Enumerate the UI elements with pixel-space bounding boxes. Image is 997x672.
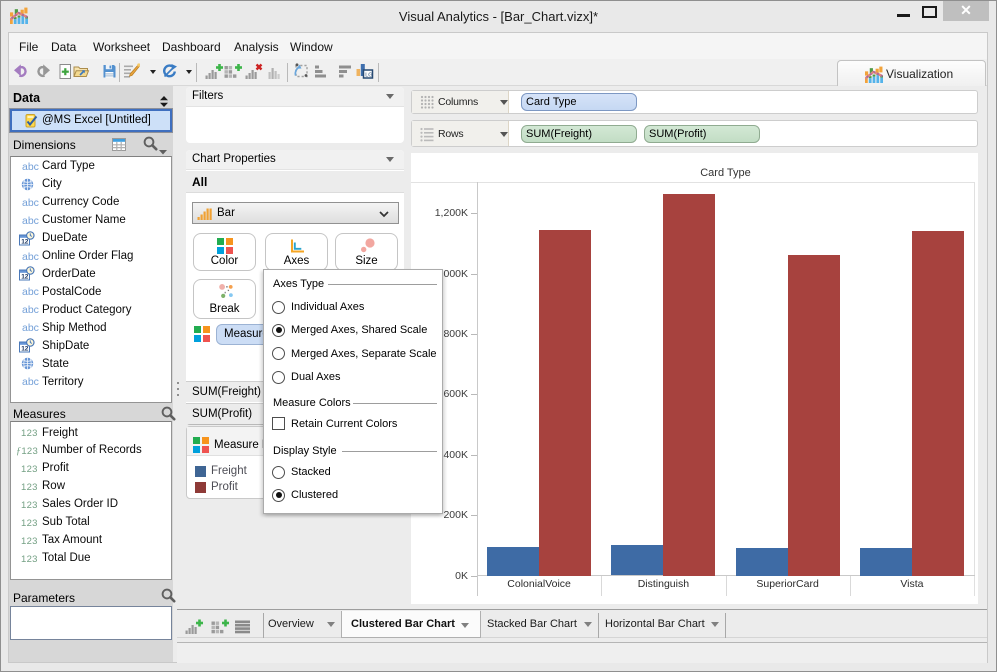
svg-text:12: 12: [21, 346, 29, 353]
svg-text:12: 12: [21, 238, 29, 245]
svg-text:LG: LG: [365, 72, 372, 78]
svg-text:12: 12: [21, 274, 29, 281]
